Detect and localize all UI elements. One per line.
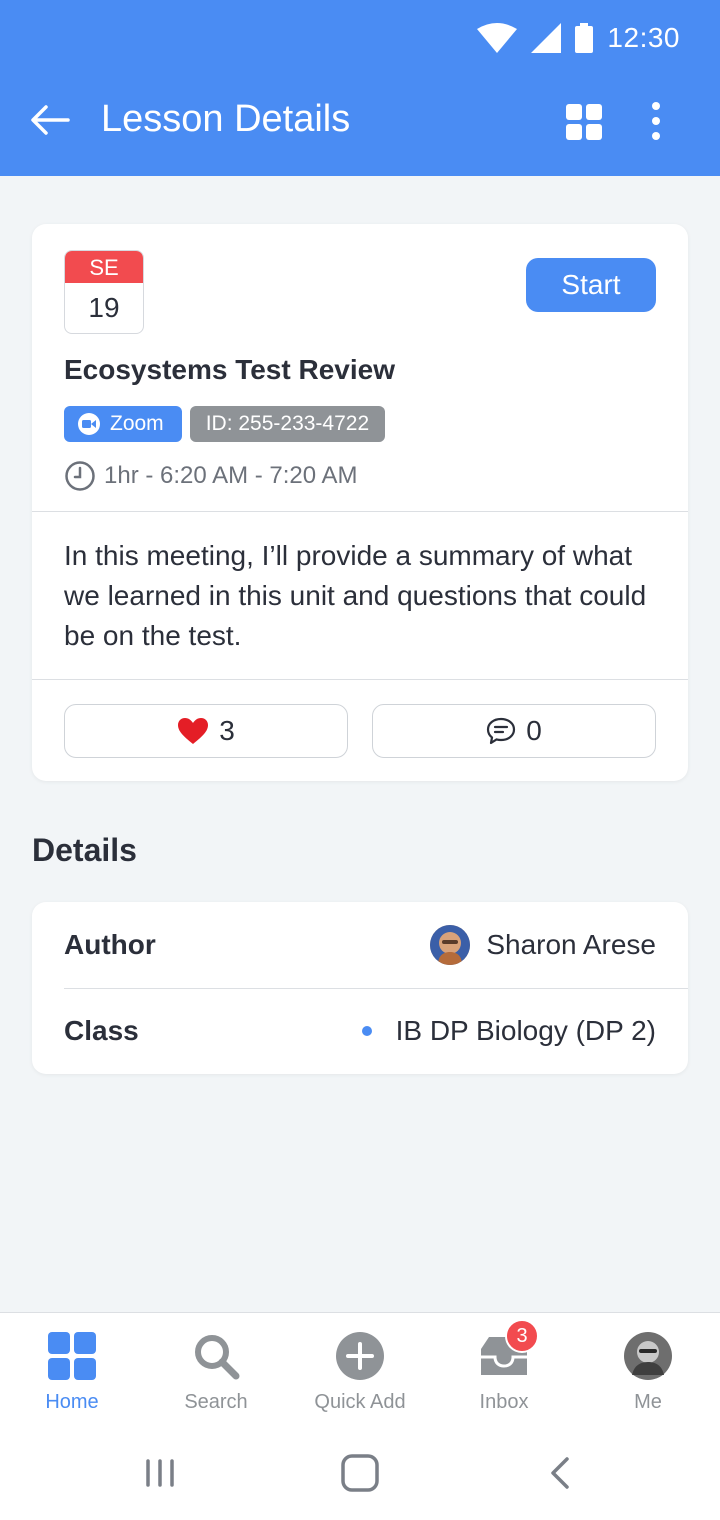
status-time: 12:30 (607, 22, 680, 53)
comment-button[interactable]: 0 (372, 704, 656, 758)
more-options-button[interactable] (640, 98, 672, 144)
home-square-icon (341, 1454, 379, 1492)
arrow-left-icon (31, 105, 70, 135)
home-grid-icon (47, 1331, 97, 1381)
lesson-time-text: 1hr - 6:20 AM - 7:20 AM (104, 462, 358, 489)
comment-count: 0 (526, 715, 542, 746)
home-system-button[interactable] (330, 1450, 390, 1496)
details-heading: Details (32, 832, 137, 868)
avatar (430, 925, 471, 965)
chevron-left-icon (551, 1457, 569, 1489)
start-button[interactable]: Start (526, 258, 656, 312)
class-name: IB DP Biology (DP 2) (395, 1015, 656, 1046)
nav-me[interactable]: Me (576, 1313, 720, 1433)
cell-signal-icon (531, 23, 562, 53)
divider (32, 511, 688, 512)
details-card: Author Sharon Arese Class IB DP Biology … (32, 902, 688, 1074)
comment-icon (487, 717, 516, 745)
recent-apps-button[interactable] (130, 1450, 190, 1496)
wifi-icon (477, 23, 518, 53)
class-label: Class (64, 1015, 139, 1046)
lesson-card: SE 19 Start Ecosystems Test Review Zoom … (32, 224, 688, 781)
class-color-dot (361, 1026, 372, 1036)
inbox-icon: 3 (479, 1319, 539, 1381)
battery-icon (575, 23, 594, 53)
more-dot (652, 132, 660, 140)
search-icon (191, 1331, 241, 1381)
plus-circle-icon (335, 1331, 385, 1381)
author-label: Author (64, 929, 156, 960)
lesson-time: 1hr - 6:20 AM - 7:20 AM (64, 460, 357, 492)
nav-label: Search (184, 1391, 248, 1413)
page-title: Lesson Details (101, 98, 351, 140)
author-value: Sharon Arese (430, 925, 656, 965)
app-bar: 12:30 Lesson Details (0, 0, 720, 176)
nav-quick-add[interactable]: Quick Add (288, 1313, 432, 1433)
avatar (623, 1331, 673, 1381)
calendar-day: 19 (88, 292, 120, 323)
nav-label: Quick Add (314, 1391, 406, 1413)
nav-inbox[interactable]: 3 Inbox (432, 1313, 576, 1433)
like-button[interactable]: 3 (64, 704, 348, 758)
author-name: Sharon Arese (486, 929, 656, 960)
inbox-badge: 3 (505, 1319, 539, 1353)
zoom-icon (78, 413, 100, 435)
more-dot (652, 117, 660, 125)
zoom-label: Zoom (110, 412, 164, 435)
calendar-month: SE (65, 251, 143, 283)
nav-label: Home (45, 1391, 99, 1413)
calendar-badge: SE 19 (64, 250, 144, 334)
nav-search[interactable]: Search (144, 1313, 288, 1433)
back-system-button[interactable] (530, 1450, 590, 1496)
author-row[interactable]: Author Sharon Arese (64, 902, 656, 988)
grid-icon (566, 104, 602, 140)
like-count: 3 (219, 715, 235, 746)
lesson-title: Ecosystems Test Review (64, 354, 395, 385)
class-row[interactable]: Class IB DP Biology (DP 2) (64, 988, 656, 1074)
zoom-chip[interactable]: Zoom (64, 406, 182, 442)
bottom-navigation: Home Search Quick Add 3 Inbox Me (0, 1312, 720, 1432)
recent-apps-icon (146, 1459, 174, 1487)
heart-icon (178, 718, 209, 744)
nav-home[interactable]: Home (0, 1313, 144, 1433)
lesson-description: In this meeting, I’ll provide a summary … (64, 540, 654, 651)
nav-label: Me (634, 1391, 662, 1413)
more-dot (652, 102, 660, 110)
clock-icon (65, 461, 95, 491)
lesson-chips: Zoom ID: 255-233-4722 (64, 406, 386, 442)
nav-label: Inbox (479, 1391, 529, 1413)
status-bar: 12:30 (477, 22, 680, 54)
class-value: IB DP Biology (DP 2) (361, 1015, 656, 1047)
meeting-id-chip: ID: 255-233-4722 (189, 406, 386, 442)
system-navigation-bar (0, 1432, 720, 1520)
divider (32, 679, 688, 680)
grid-view-button[interactable] (562, 100, 606, 144)
back-button[interactable] (28, 96, 72, 144)
